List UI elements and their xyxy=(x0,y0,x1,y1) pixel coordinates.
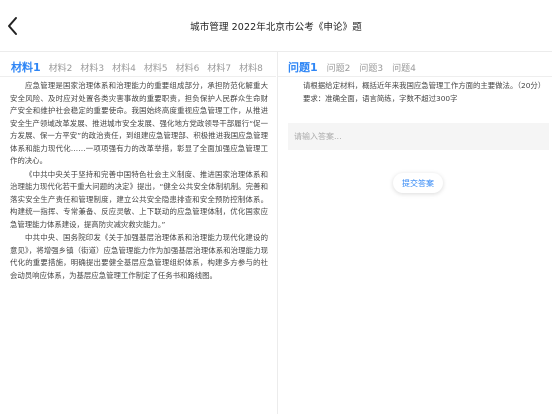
question-tabs: 问题1 问题2 问题3 问题4 xyxy=(288,59,425,75)
tabs-divider xyxy=(0,76,276,77)
tab-question-1[interactable]: 问题1 xyxy=(288,59,318,75)
tab-material-7[interactable]: 材料7 xyxy=(207,61,231,74)
material-paragraph: 《中共中央关于坚持和完善中国特色社会主义制度、推进国家治理体系和治理能力现代化若… xyxy=(10,169,268,229)
material-paragraph: 应急管理是国家治理体系和治理能力的重要组成部分，承担防范化解重大安全风险、及时应… xyxy=(10,81,268,165)
tab-material-4[interactable]: 材料4 xyxy=(112,61,136,74)
page-title: 城市管理 2022年北京市公考《申论》题 xyxy=(190,22,362,33)
question-requirement: 要求：准确全面，语言简练，字数不超过300字 xyxy=(303,93,458,103)
tab-question-2[interactable]: 问题2 xyxy=(327,61,351,74)
tab-question-4[interactable]: 问题4 xyxy=(392,61,416,74)
materials-tabs: 材料1 材料2 材料3 材料4 材料5 材料6 材料7 材料8 xyxy=(11,59,271,75)
material-paragraph: 中共中央、国务院印发《关于加强基层治理体系和治理能力现代化建设的意见》，将增强乡… xyxy=(10,233,268,280)
submit-answer-button[interactable]: 提交答案 xyxy=(393,173,443,193)
tab-material-6[interactable]: 材料6 xyxy=(176,61,200,74)
question-content: 请根据给定材料，概括近年来我国应急管理工作方面的主要做法。（20分） 要求：准确… xyxy=(288,80,548,105)
material-content: 应急管理是国家治理体系和治理能力的重要组成部分，承担防范化解重大安全风险、及时应… xyxy=(10,80,268,283)
question-panel: 问题1 问题2 问题3 问题4 请根据给定材料，概括近年来我国应急管理工作方面的主要做… xyxy=(277,52,552,414)
top-bar: 城市管理 2022年北京市公考《申论》题 xyxy=(0,0,552,52)
tab-question-3[interactable]: 问题3 xyxy=(359,61,383,74)
tab-material-5[interactable]: 材料5 xyxy=(144,61,168,74)
tab-material-3[interactable]: 材料3 xyxy=(80,61,104,74)
tab-material-8[interactable]: 材料8 xyxy=(239,61,263,74)
tabs-divider xyxy=(278,76,552,77)
materials-panel: 材料1 材料2 材料3 材料4 材料5 材料6 材料7 材料8 应急管理是国家治理体系和治理能… xyxy=(0,52,276,414)
tab-material-1[interactable]: 材料1 xyxy=(11,59,41,75)
tab-material-2[interactable]: 材料2 xyxy=(49,61,73,74)
answer-input[interactable] xyxy=(288,123,549,150)
question-prompt: 请根据给定材料，概括近年来我国应急管理工作方面的主要做法。（20分） xyxy=(303,81,546,90)
